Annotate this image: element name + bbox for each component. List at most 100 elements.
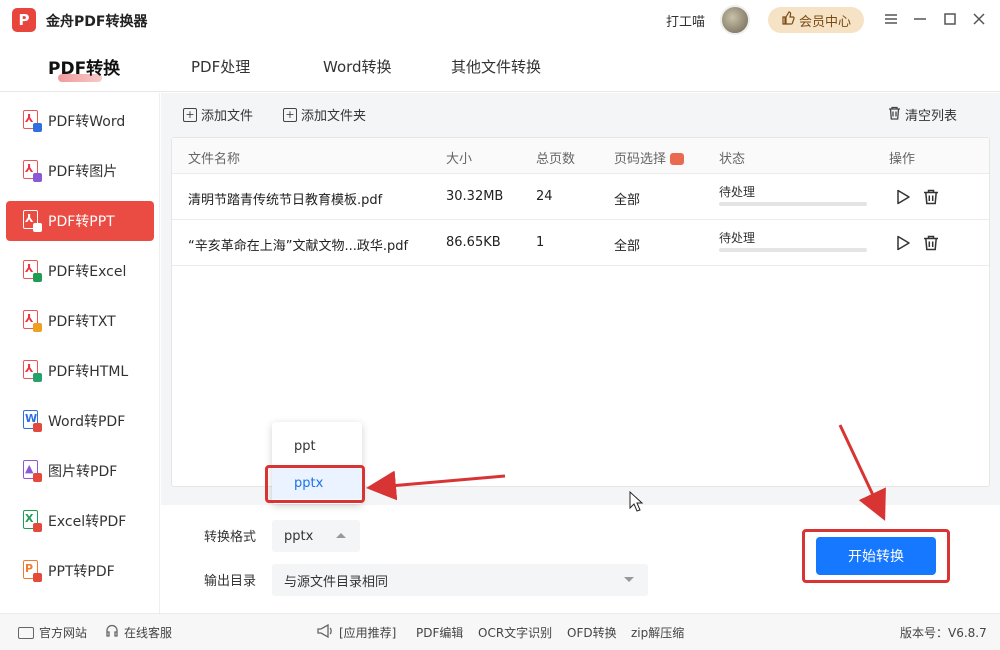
sidebar-item-label: PDF转HTML: [48, 364, 129, 380]
top-tabs: PDF转换 PDF处理 Word转换 其他文件转换: [0, 40, 1000, 92]
sidebar-item-word-to-pdf[interactable]: W Word转PDF: [6, 401, 154, 441]
output-dir-select[interactable]: 与源文件目录相同: [272, 564, 648, 596]
headset-icon: [105, 624, 119, 641]
title-bar: P 金舟PDF转换器 打工喵 会员中心: [0, 0, 1000, 40]
pdf-to-word-icon: ⅄: [22, 110, 42, 132]
file-size: 30.32MB: [446, 189, 504, 204]
sidebar-item-pdf-to-ppt[interactable]: ⅄ PDF转PPT: [6, 201, 154, 241]
sidebar-item-label: Excel转PDF: [48, 514, 127, 530]
header-page-select: 页码选择: [614, 148, 685, 167]
header-status: 状态: [719, 152, 746, 167]
close-icon[interactable]: [970, 10, 988, 28]
support-label: 在线客服: [124, 626, 173, 640]
progress-bar: [719, 202, 867, 206]
status-bar: 官方网站 在线客服 [应用推荐] PDF编辑 OCR文字识别 OFD转换 zip…: [0, 613, 1000, 650]
pdf-to-txt-icon: ⅄: [22, 310, 42, 332]
table-row: “辛亥革命在上海”文献文物...政华.pdf 86.65KB 1 全部 待处理: [172, 220, 989, 266]
output-dir-label: 输出目录: [204, 574, 257, 589]
add-file-icon: +: [183, 107, 197, 122]
sidebar-item-ppt-to-pdf[interactable]: P PPT转PDF: [6, 551, 154, 591]
word-to-pdf-icon: W: [22, 410, 42, 432]
sidebar: ⅄ PDF转Word ⅄ PDF转图片 ⅄ PDF转PPT ⅄ PDF转Exce…: [0, 93, 160, 613]
app-logo-icon: P: [12, 8, 36, 32]
sidebar-item-label: PPT转PDF: [48, 564, 115, 580]
caret-up-icon: [336, 533, 346, 538]
page-select[interactable]: 全部: [614, 235, 640, 254]
sidebar-item-label: PDF转Word: [48, 114, 126, 130]
official-website-link[interactable]: 官方网站: [18, 624, 87, 641]
header-size: 大小: [446, 152, 473, 167]
file-pages: 1: [536, 235, 545, 250]
add-folder-button[interactable]: + 添加文件夹: [283, 105, 366, 124]
header-action: 操作: [889, 152, 916, 167]
format-label: 转换格式: [204, 530, 257, 545]
vip-center-label: 会员中心: [798, 14, 851, 30]
vip-center-button[interactable]: 会员中心: [768, 7, 864, 33]
pdf-to-image-icon: ⅄: [22, 160, 42, 182]
add-file-button[interactable]: + 添加文件: [183, 105, 253, 124]
excel-to-pdf-icon: X: [22, 510, 42, 532]
play-icon[interactable]: [894, 188, 912, 206]
table-header: 文件名称 大小 总页数 页码选择 状态 操作: [172, 138, 989, 174]
link-zip[interactable]: zip解压缩: [631, 624, 684, 641]
tab-word-convert[interactable]: Word转换: [323, 56, 392, 77]
tab-other-convert[interactable]: 其他文件转换: [451, 56, 541, 77]
megaphone-icon: [316, 623, 334, 641]
maximize-icon[interactable]: [941, 10, 959, 28]
clear-list-button[interactable]: 清空列表: [888, 105, 957, 124]
sidebar-item-image-to-pdf[interactable]: ▲ 图片转PDF: [6, 451, 154, 491]
sidebar-item-label: Word转PDF: [48, 414, 126, 430]
app-recommend: [应用推荐]: [316, 623, 397, 641]
website-label: 官方网站: [39, 626, 88, 640]
minimize-icon[interactable]: [911, 10, 929, 28]
link-ofd[interactable]: OFD转换: [567, 624, 617, 641]
sidebar-item-pdf-to-word[interactable]: ⅄ PDF转Word: [6, 101, 154, 141]
table-row: 清明节踏青传统节日教育模板.pdf 30.32MB 24 全部 待处理: [172, 174, 989, 220]
sidebar-item-pdf-to-txt[interactable]: ⅄ PDF转TXT: [6, 301, 154, 341]
sidebar-item-label: PDF转PPT: [48, 214, 115, 230]
username[interactable]: 打工喵: [666, 11, 705, 30]
sidebar-item-pdf-to-excel[interactable]: ⅄ PDF转Excel: [6, 251, 154, 291]
annotation-box-pptx: [265, 465, 365, 503]
sidebar-item-label: PDF转TXT: [48, 314, 116, 330]
sidebar-item-label: PDF转Excel: [48, 264, 127, 280]
file-size: 86.65KB: [446, 235, 501, 250]
link-ocr[interactable]: OCR文字识别: [478, 624, 552, 641]
pdf-to-ppt-icon: ⅄: [22, 210, 42, 232]
header-name: 文件名称: [188, 152, 241, 167]
add-file-label: 添加文件: [201, 109, 254, 124]
page-select[interactable]: 全部: [614, 189, 640, 208]
caret-down-icon: [624, 577, 634, 582]
app-title: 金舟PDF转换器: [46, 14, 148, 30]
format-select[interactable]: pptx: [272, 520, 360, 552]
trash-icon: [888, 106, 901, 124]
clear-list-label: 清空列表: [905, 109, 958, 124]
thumbs-up-icon: [781, 11, 795, 29]
delete-icon[interactable]: [922, 188, 940, 206]
status-text: 待处理: [719, 231, 756, 245]
avatar[interactable]: [720, 5, 750, 35]
online-support-link[interactable]: 在线客服: [105, 624, 172, 641]
start-convert-button[interactable]: 开始转换: [816, 537, 936, 575]
link-pdf-edit[interactable]: PDF编辑: [416, 624, 463, 641]
sidebar-item-label: PDF转图片: [48, 164, 118, 180]
sidebar-item-pdf-to-html[interactable]: ⅄ PDF转HTML: [6, 351, 154, 391]
header-pages: 总页数: [536, 152, 576, 167]
vip-crown-icon: [670, 152, 685, 165]
sidebar-item-excel-to-pdf[interactable]: X Excel转PDF: [6, 501, 154, 541]
sidebar-item-pdf-to-image[interactable]: ⅄ PDF转图片: [6, 151, 154, 191]
delete-icon[interactable]: [922, 234, 940, 252]
ppt-to-pdf-icon: P: [22, 560, 42, 582]
app-recommend-label: [应用推荐]: [339, 626, 397, 640]
play-icon[interactable]: [894, 234, 912, 252]
menu-icon[interactable]: [882, 10, 900, 28]
tab-pdf-process[interactable]: PDF处理: [191, 56, 250, 77]
file-pages: 24: [536, 189, 553, 204]
image-to-pdf-icon: ▲: [22, 460, 42, 482]
tab-pdf-convert[interactable]: PDF转换: [48, 54, 120, 79]
output-dir-value: 与源文件目录相同: [284, 574, 389, 590]
version-label: 版本号：V6.8.7: [900, 626, 987, 640]
add-folder-icon: +: [283, 107, 297, 122]
file-name: “辛亥革命在上海”文献文物...政华.pdf: [188, 239, 409, 254]
format-option-ppt[interactable]: ppt: [272, 430, 362, 462]
